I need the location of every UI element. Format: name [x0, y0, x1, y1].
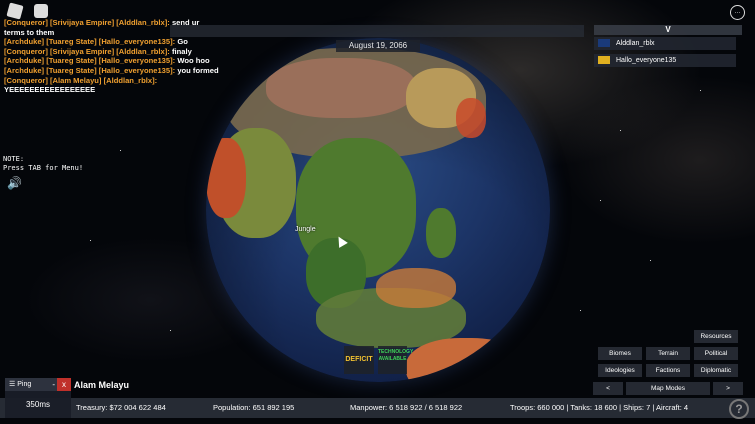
player-row[interactable]: Hallo_everyone135: [594, 54, 736, 67]
chat-message: [Conqueror] [Srivijaya Empire] [Alddlan_…: [4, 46, 192, 56]
military-stat: Troops: 660 000 | Tanks: 18 600 | Ships:…: [510, 403, 689, 412]
chat-message: [Archduke] [Tuareg State] [Hallo_everyon…: [4, 37, 188, 47]
speaker-icon[interactable]: 🔊: [7, 176, 22, 190]
minimize-button[interactable]: -: [52, 378, 55, 391]
ping-menu-icon: ☰: [9, 381, 16, 388]
deficit-button[interactable]: DEFICIT: [344, 346, 374, 374]
map-modes-button[interactable]: Map Modes: [626, 382, 710, 395]
ping-value: 350ms: [25, 400, 50, 409]
nation-name: Alam Melayu: [74, 380, 130, 390]
next-map-mode-button[interactable]: >: [713, 382, 743, 395]
stats-bar: Treasury: $72 004 622 484 Population: 65…: [0, 398, 755, 418]
population-stat: Population: 651 892 195: [213, 403, 295, 412]
factions-button[interactable]: Factions: [646, 364, 690, 377]
biomes-button[interactable]: Biomes: [598, 347, 642, 360]
note-text: NOTE: Press TAB for Menu!: [3, 155, 84, 172]
close-button[interactable]: x: [57, 378, 71, 391]
top-bar: [170, 25, 584, 37]
resources-button[interactable]: Resources: [694, 330, 738, 343]
chat-log: [Conqueror] [Srivijaya Empire] [Alddlan_…: [4, 18, 219, 95]
chat-message: [Conqueror] [Srivijaya Empire] [Alddlan_…: [4, 18, 200, 37]
flag-icon: [598, 56, 610, 65]
flag-icon: [598, 39, 610, 48]
player-list-header[interactable]: V: [594, 25, 742, 35]
political-button[interactable]: Political: [694, 347, 738, 360]
ideologies-button[interactable]: Ideologies: [598, 364, 642, 377]
world-globe[interactable]: [206, 38, 550, 382]
chat-message: [Archduke] [Tuareg State] [Hallo_everyon…: [4, 65, 219, 75]
game-date: August 19, 2066: [336, 40, 420, 52]
technology-available-button[interactable]: TECHNOLOGY AVAILABLE: [378, 346, 413, 374]
help-icon[interactable]: ?: [729, 399, 749, 419]
prev-map-mode-button[interactable]: <: [593, 382, 623, 395]
treasury-stat: Treasury: $72 004 622 484: [76, 403, 166, 412]
terrain-button[interactable]: Terrain: [646, 347, 690, 360]
chat-toggle-icon[interactable]: [34, 4, 48, 18]
chat-message: [Archduke] [Tuareg State] [Hallo_everyon…: [4, 56, 210, 66]
ping-window[interactable]: ☰ Ping - x 350ms: [5, 378, 71, 418]
manpower-stat: Manpower: 6 518 922 / 6 518 922: [350, 403, 463, 412]
chat-message: [Conqueror] [Alam Melayu] [Alddlan_rblx]…: [4, 75, 158, 95]
menu-dots-icon[interactable]: ...: [730, 5, 745, 20]
diplomatic-button[interactable]: Diplomatic: [694, 364, 738, 377]
map-biome-label: Jungle: [295, 226, 316, 233]
player-row[interactable]: Alddlan_rblx: [594, 37, 736, 50]
